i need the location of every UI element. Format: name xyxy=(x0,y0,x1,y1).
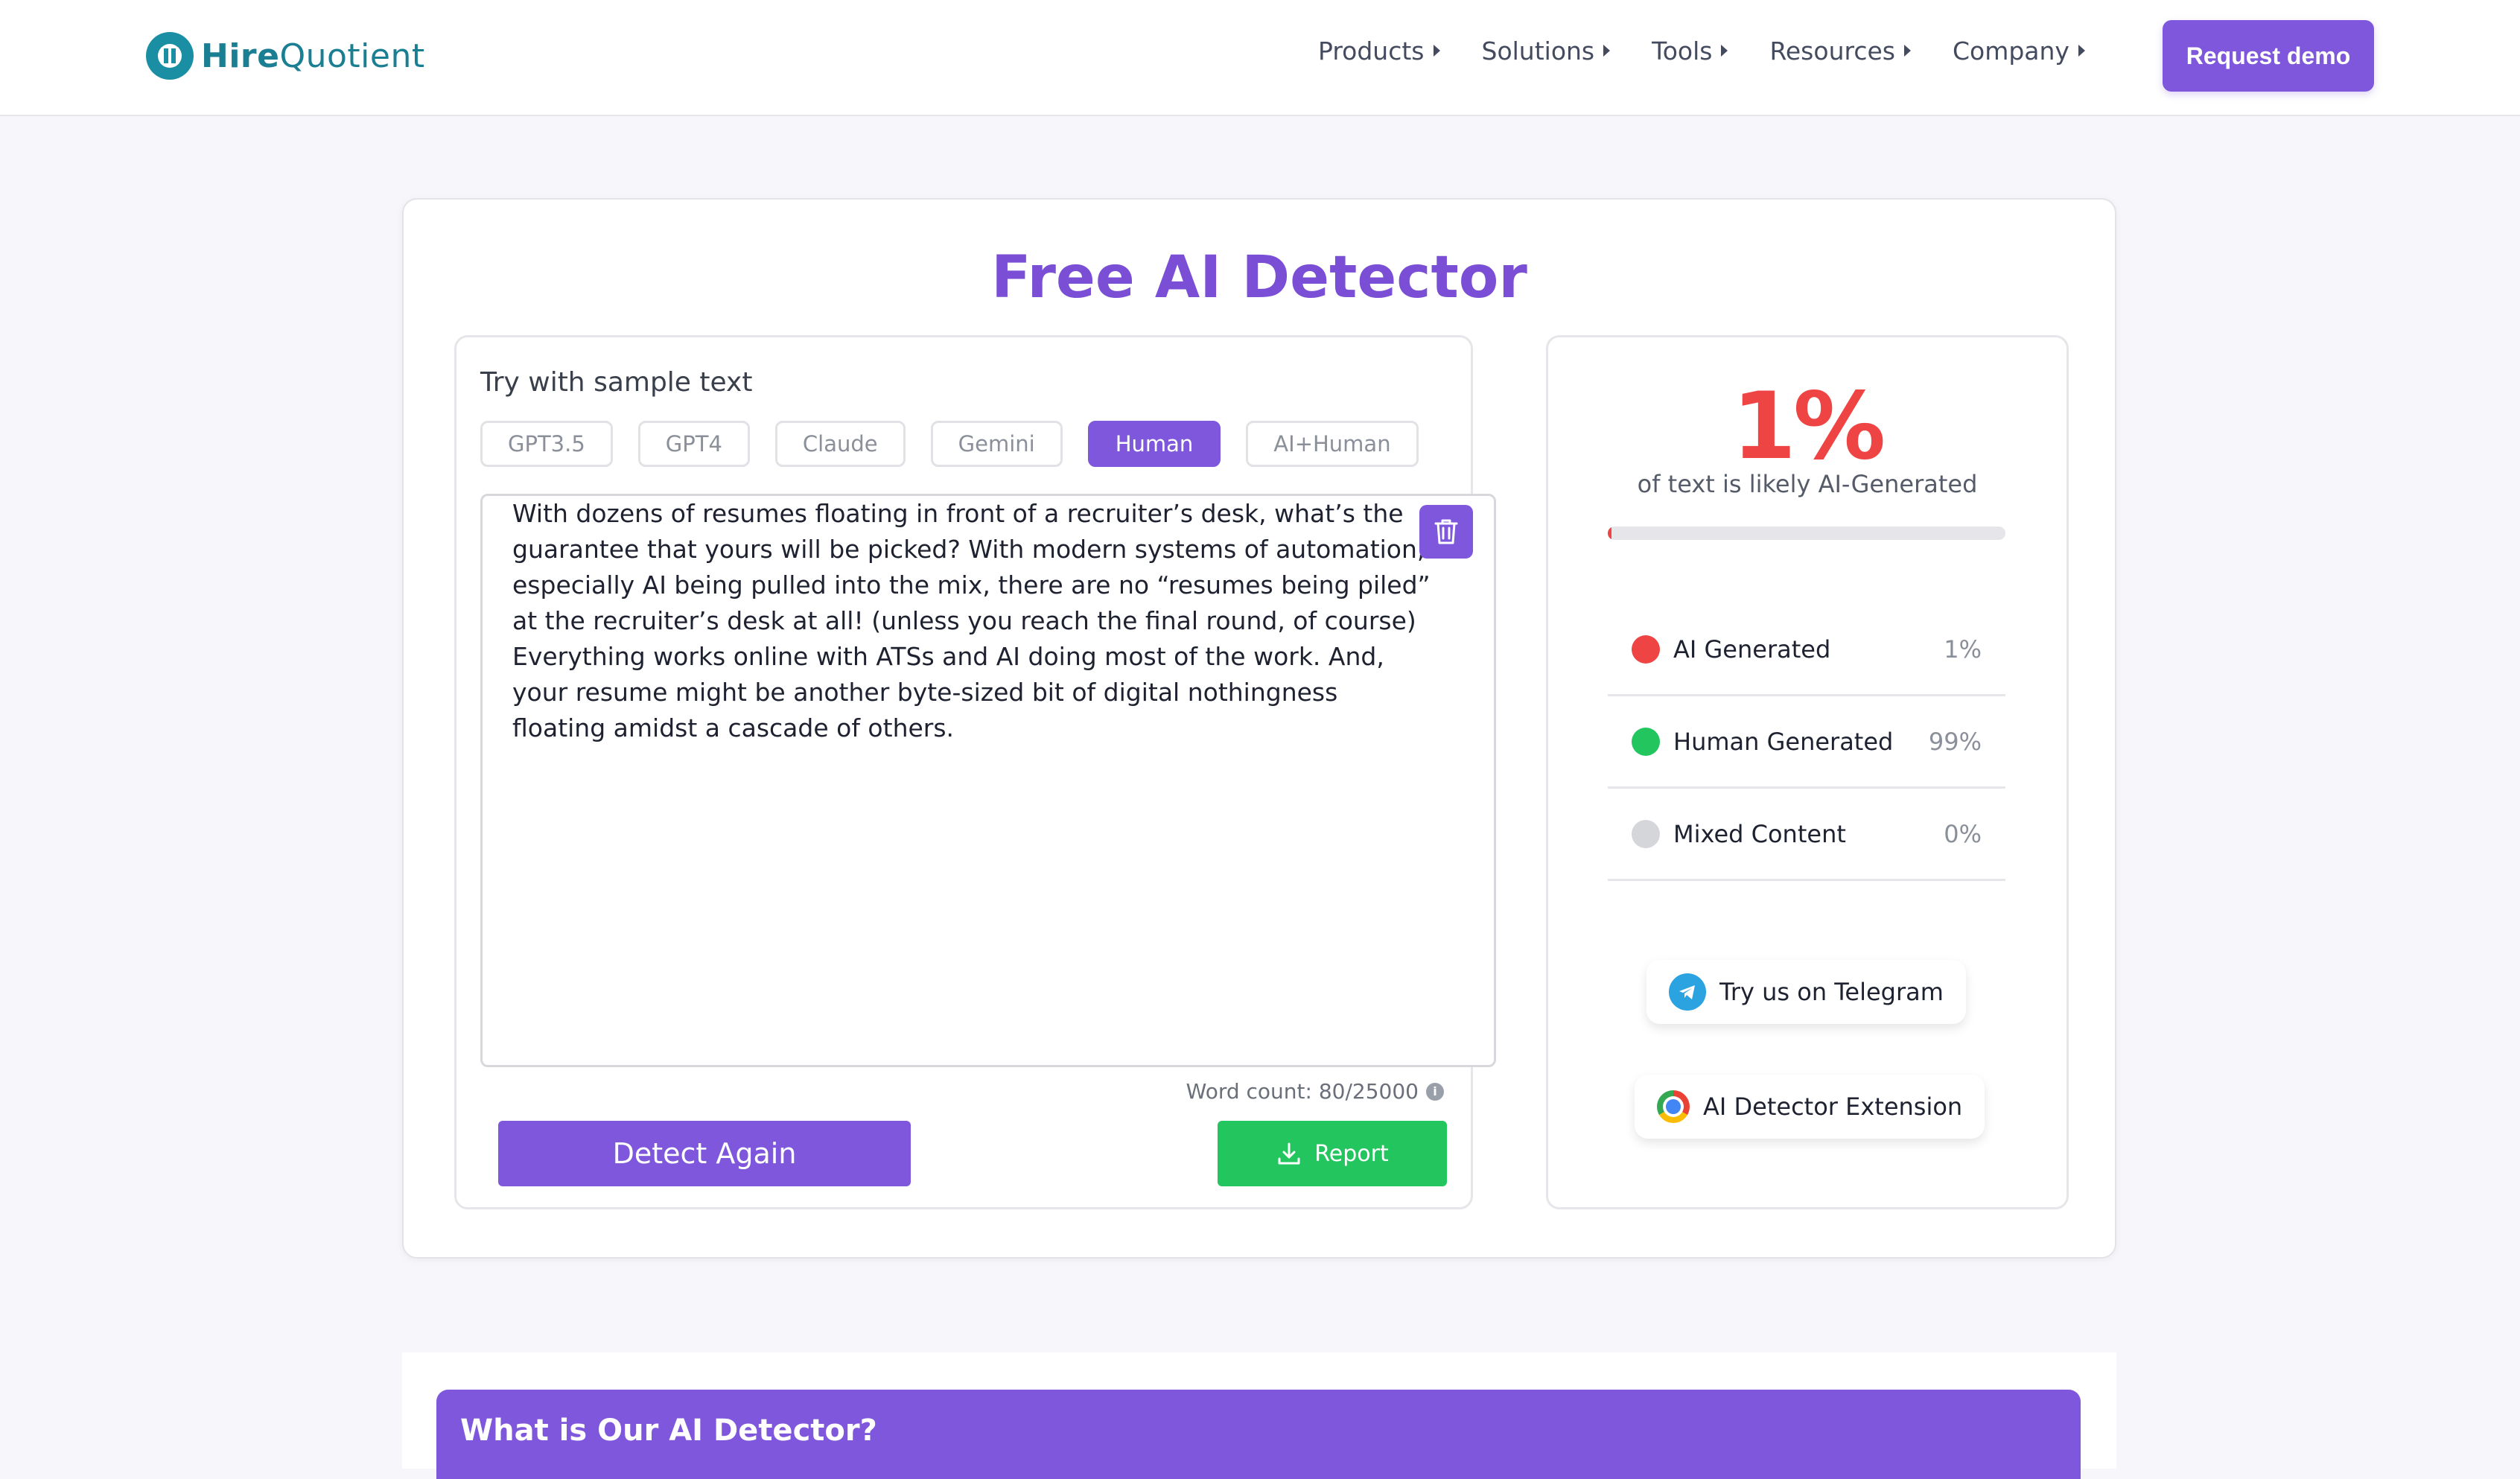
stat-row-mixed: Mixed Content 0% xyxy=(1608,789,2005,881)
ai-detector-card: Free AI Detector Try with sample text GP… xyxy=(402,198,2116,1259)
logo-text: HireQuotient xyxy=(201,37,425,75)
trash-icon xyxy=(1434,519,1458,544)
nav-label: Products xyxy=(1318,36,1425,66)
nav-label: Company xyxy=(1952,36,2069,66)
logo-text-bold: Hire xyxy=(201,36,280,75)
sample-chip-human[interactable]: Human xyxy=(1087,421,1221,467)
extension-label: AI Detector Extension xyxy=(1703,1092,1963,1121)
faq-title: What is Our AI Detector? xyxy=(460,1413,877,1448)
ai-percent: 1% xyxy=(1731,373,1886,480)
input-panel: Try with sample text GPT3.5 GPT4 Claude … xyxy=(454,335,1496,1209)
hirequotient-logo[interactable]: HireQuotient xyxy=(146,30,425,82)
stat-row-ai: AI Generated 1% xyxy=(1608,604,2005,696)
logo-text-light: Quotient xyxy=(279,36,425,75)
ai-dot-icon xyxy=(1632,634,1660,664)
word-count: Word count: 80/25000 i xyxy=(1186,1079,1444,1104)
main-nav: Products Solutions Tools Resources Compa… xyxy=(1318,30,2085,71)
caret-right-icon xyxy=(1603,45,1611,57)
human-dot-icon xyxy=(1632,727,1660,756)
nav-resources[interactable]: Resources xyxy=(1769,36,1911,66)
caret-right-icon xyxy=(2078,45,2085,57)
top-header: HireQuotient Products Solutions Tools Re… xyxy=(0,0,2520,116)
word-count-text: Word count: 80/25000 xyxy=(1186,1079,1419,1104)
caret-right-icon xyxy=(1721,45,1728,57)
stat-label: AI Generated xyxy=(1673,634,1831,664)
page-title: Free AI Detector xyxy=(991,244,1527,311)
info-section: What is Our AI Detector? xyxy=(402,1352,2116,1479)
sample-chips: GPT3.5 GPT4 Claude Gemini Human AI+Human xyxy=(480,421,1419,467)
result-panel: 1% of text is likely AI-Generated AI Gen… xyxy=(1546,335,2069,1209)
telegram-button[interactable]: Try us on Telegram xyxy=(1646,960,1966,1024)
stat-value: 0% xyxy=(1944,819,1982,848)
stat-label: Mixed Content xyxy=(1673,819,1846,848)
sample-chip-claude[interactable]: Claude xyxy=(774,421,906,467)
nav-tools[interactable]: Tools xyxy=(1652,36,1728,66)
request-demo-button[interactable]: Request demo xyxy=(2163,20,2374,92)
logo-mark-icon xyxy=(146,32,194,80)
stat-value: 99% xyxy=(1928,727,1982,756)
stat-value: 1% xyxy=(1944,634,1982,664)
sample-text-label: Try with sample text xyxy=(480,367,753,398)
report-button[interactable]: Report xyxy=(1218,1121,1447,1186)
caret-right-icon xyxy=(1903,45,1911,57)
sample-chip-gemini[interactable]: Gemini xyxy=(930,421,1063,467)
text-input[interactable]: With dozens of resumes floating in front… xyxy=(480,494,1496,1067)
ai-progress-bar xyxy=(1608,527,2005,540)
stat-label: Human Generated xyxy=(1673,727,1894,756)
nav-company[interactable]: Company xyxy=(1953,36,2085,66)
download-icon xyxy=(1278,1142,1300,1165)
sample-chip-gpt35[interactable]: GPT3.5 xyxy=(480,421,613,467)
sample-chip-gpt4[interactable]: GPT4 xyxy=(637,421,750,467)
nav-label: Tools xyxy=(1652,36,1713,66)
nav-label: Solutions xyxy=(1481,36,1595,66)
ai-progress-fill xyxy=(1608,527,1612,540)
extension-button[interactable]: AI Detector Extension xyxy=(1635,1075,1985,1139)
mixed-dot-icon xyxy=(1632,819,1660,848)
nav-products[interactable]: Products xyxy=(1318,36,1440,66)
telegram-icon xyxy=(1669,973,1706,1011)
nav-label: Resources xyxy=(1769,36,1895,66)
stat-row-human: Human Generated 99% xyxy=(1608,696,2005,789)
input-text: With dozens of resumes floating in front… xyxy=(512,499,1431,742)
sample-chip-ai-human[interactable]: AI+Human xyxy=(1246,421,1419,467)
info-icon[interactable]: i xyxy=(1426,1082,1444,1101)
caret-right-icon xyxy=(1433,45,1440,57)
nav-solutions[interactable]: Solutions xyxy=(1482,36,1611,66)
clear-text-button[interactable] xyxy=(1419,505,1473,559)
detect-again-button[interactable]: Detect Again xyxy=(498,1121,911,1186)
chrome-icon xyxy=(1657,1090,1690,1123)
ai-percent-caption: of text is likely AI-Generated xyxy=(1637,470,1978,498)
telegram-label: Try us on Telegram xyxy=(1719,978,1944,1006)
faq-header[interactable]: What is Our AI Detector? xyxy=(436,1390,2081,1479)
report-label: Report xyxy=(1314,1140,1389,1167)
